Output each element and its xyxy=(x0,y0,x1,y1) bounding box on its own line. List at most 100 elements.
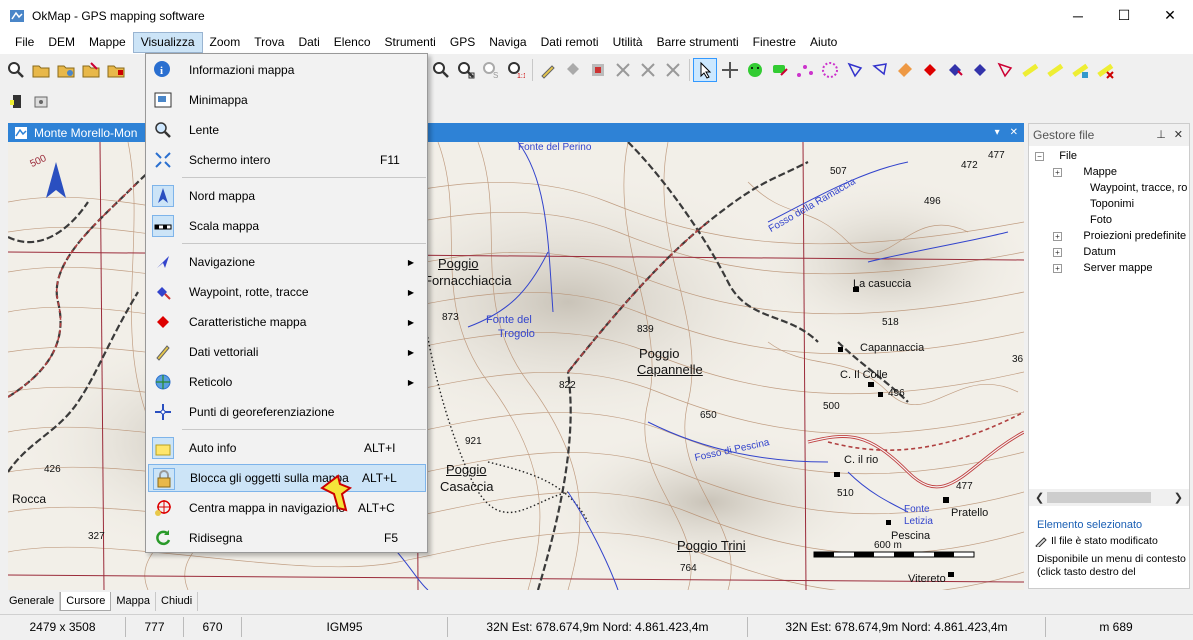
map-window-close-icon[interactable]: ✕ xyxy=(1010,123,1018,142)
map-label: Trogolo xyxy=(498,328,535,340)
menu-item-blocca-oggetti[interactable]: Blocca gli oggetti sulla mappa ALT+L xyxy=(148,464,426,492)
map-label: 650 xyxy=(700,410,717,421)
tree-item[interactable]: + Proiezioni predefinite xyxy=(1029,228,1189,244)
menu-item-navigazione[interactable]: Navigazione ▶ xyxy=(148,248,426,276)
close-button[interactable]: ✕ xyxy=(1147,0,1193,31)
tree-item[interactable]: Foto xyxy=(1029,212,1189,228)
waypoint-icon[interactable] xyxy=(561,58,585,82)
menu-item-informazioni-mappa[interactable]: i Informazioni mappa xyxy=(148,56,426,84)
menu-item-waypoint-rotte-tracce[interactable]: Waypoint, rotte, tracce ▶ xyxy=(148,278,426,306)
edit-waypoint-icon[interactable] xyxy=(536,58,560,82)
smiley-icon[interactable] xyxy=(743,58,767,82)
tree-item[interactable]: + Datum xyxy=(1029,244,1189,260)
route-icon[interactable] xyxy=(586,58,610,82)
area-delete-icon[interactable] xyxy=(993,58,1017,82)
menu-item-nord-mappa[interactable]: Nord mappa xyxy=(148,182,426,210)
measure-icon[interactable] xyxy=(1043,58,1067,82)
menu-mappe[interactable]: Mappe xyxy=(82,32,133,53)
menu-item-caratteristiche-mappa[interactable]: Caratteristiche mappa ▶ xyxy=(148,308,426,336)
add-route-icon[interactable] xyxy=(793,58,817,82)
gps-device-icon[interactable] xyxy=(4,89,28,113)
delete-waypoints-icon[interactable] xyxy=(636,58,660,82)
edit-track-icon[interactable] xyxy=(843,58,867,82)
track-icon[interactable] xyxy=(611,58,635,82)
panel-close-icon[interactable]: ✕ xyxy=(1174,128,1183,141)
collapse-icon[interactable]: − xyxy=(1035,151,1044,161)
tab-generale[interactable]: Generale xyxy=(4,592,61,611)
modified-status: Il file è stato modificato xyxy=(1035,535,1158,547)
open-data-icon[interactable] xyxy=(79,58,103,82)
menu-item-punti-georeferenziazione[interactable]: Punti di georeferenziazione xyxy=(148,398,426,426)
menu-aiuto[interactable]: Aiuto xyxy=(803,32,844,53)
menu-file[interactable]: File xyxy=(8,32,41,53)
bottom-tabs: Generale Cursore Mappa Chiudi xyxy=(0,592,1193,612)
maximize-button[interactable]: ☐ xyxy=(1101,0,1147,31)
tree-item[interactable]: + Server mappe xyxy=(1029,260,1189,276)
menu-item-dati-vettoriali[interactable]: Dati vettoriali ▶ xyxy=(148,338,426,366)
settings-icon[interactable] xyxy=(29,89,53,113)
zoom-scale-icon[interactable]: S xyxy=(479,58,503,82)
menu-item-schermo-intero[interactable]: Schermo intero F11 xyxy=(148,146,426,174)
menu-dati-remoti[interactable]: Dati remoti xyxy=(534,32,606,53)
scroll-left-icon[interactable]: ❮ xyxy=(1035,491,1044,504)
ruler-icon[interactable] xyxy=(1018,58,1042,82)
menu-visualizza[interactable]: Visualizza xyxy=(132,32,203,53)
pin-icon[interactable]: ⊥ xyxy=(1156,128,1166,141)
menu-utilita[interactable]: Utilità xyxy=(606,32,650,53)
open-folder-icon[interactable] xyxy=(54,58,78,82)
tree-root-file[interactable]: − File xyxy=(1029,148,1189,164)
menu-naviga[interactable]: Naviga xyxy=(482,32,533,53)
tree-item[interactable]: Toponimi xyxy=(1029,196,1189,212)
zoom-area-icon[interactable] xyxy=(454,58,478,82)
expand-icon[interactable]: + xyxy=(1053,231,1062,241)
menu-finestre[interactable]: Finestre xyxy=(746,32,803,53)
menu-bar: File DEM Mappe Visualizza Zoom Trova Dat… xyxy=(0,31,1193,54)
menu-zoom[interactable]: Zoom xyxy=(203,32,248,53)
measure-delete-icon[interactable] xyxy=(1093,58,1117,82)
tab-cursore[interactable]: Cursore xyxy=(60,592,112,611)
tree-item[interactable]: + Mappe xyxy=(1029,164,1189,180)
zoom-in-icon[interactable] xyxy=(429,58,453,82)
menu-item-centra-mappa[interactable]: Centra mappa in navigazione ALT+C xyxy=(148,494,426,522)
marker-delete-icon[interactable] xyxy=(968,58,992,82)
menu-item-lente[interactable]: Lente xyxy=(148,116,426,144)
menu-item-reticolo[interactable]: Reticolo ▶ xyxy=(148,368,426,396)
edit-area-icon[interactable] xyxy=(893,58,917,82)
menu-item-auto-info[interactable]: Auto info ALT+I xyxy=(148,434,426,462)
file-tree: − File + Mappe Waypoint, tracce, ro Topo… xyxy=(1029,146,1189,276)
add-waypoint-icon[interactable] xyxy=(768,58,792,82)
measure-area-icon[interactable] xyxy=(1068,58,1092,82)
menu-item-scala-mappa[interactable]: Scala mappa xyxy=(148,212,426,240)
blue-marker-icon[interactable] xyxy=(943,58,967,82)
zoom-1-1-icon[interactable]: 1:1 xyxy=(504,58,528,82)
edit-shape-icon[interactable] xyxy=(868,58,892,82)
menu-gps[interactable]: GPS xyxy=(443,32,482,53)
minimize-button[interactable]: ─ xyxy=(1055,0,1101,31)
expand-icon[interactable]: + xyxy=(1053,167,1062,177)
red-point-icon[interactable] xyxy=(918,58,942,82)
expand-icon[interactable]: + xyxy=(1053,263,1062,273)
menu-dem[interactable]: DEM xyxy=(41,32,82,53)
menu-strumenti[interactable]: Strumenti xyxy=(378,32,443,53)
add-track-icon[interactable] xyxy=(818,58,842,82)
delete-tracks-icon[interactable] xyxy=(661,58,685,82)
menu-item-minimappa[interactable]: Minimappa xyxy=(148,86,426,114)
menu-trova[interactable]: Trova xyxy=(247,32,291,53)
zoom-tool-icon[interactable] xyxy=(4,58,28,82)
tree-item[interactable]: Waypoint, tracce, ro xyxy=(1029,180,1189,196)
save-icon[interactable] xyxy=(104,58,128,82)
tab-chiudi[interactable]: Chiudi xyxy=(156,592,199,611)
menu-elenco[interactable]: Elenco xyxy=(327,32,378,53)
scroll-right-icon[interactable]: ❯ xyxy=(1174,491,1183,504)
scrollbar-thumb[interactable] xyxy=(1047,492,1151,503)
menu-item-ridisegna[interactable]: Ridisegna F5 xyxy=(148,524,426,552)
tab-mappa[interactable]: Mappa xyxy=(111,592,157,611)
horizontal-scrollbar[interactable]: ❮ ❯ xyxy=(1029,489,1189,506)
menu-barre-strumenti[interactable]: Barre strumenti xyxy=(650,32,746,53)
map-window-menu-icon[interactable]: ▾ xyxy=(995,123,1000,142)
menu-dati[interactable]: Dati xyxy=(291,32,326,53)
expand-icon[interactable]: + xyxy=(1053,247,1062,257)
select-pointer-icon[interactable] xyxy=(693,58,717,82)
pan-icon[interactable] xyxy=(718,58,742,82)
open-map-icon[interactable] xyxy=(29,58,53,82)
